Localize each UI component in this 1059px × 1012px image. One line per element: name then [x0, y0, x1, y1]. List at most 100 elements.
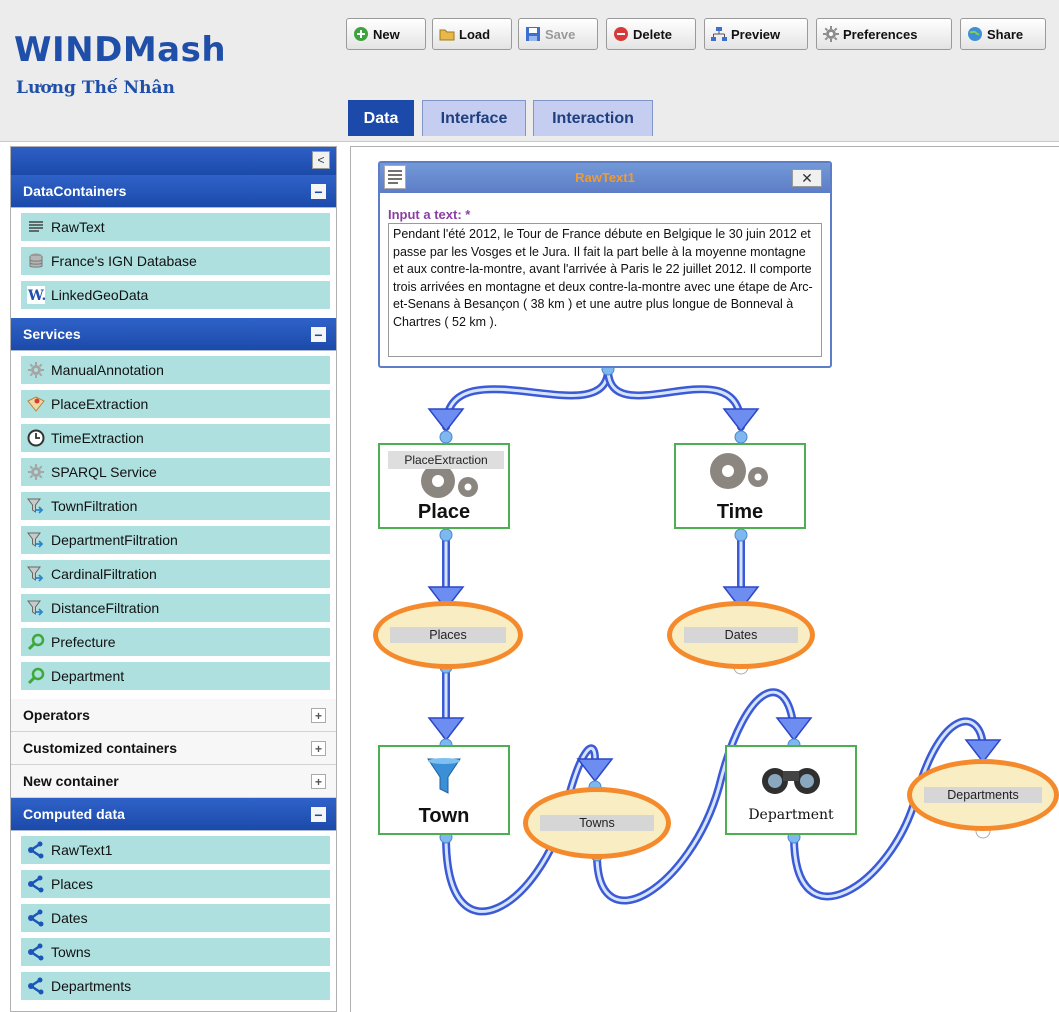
input-arrow-icon [427, 408, 465, 433]
preferences-button[interactable]: Preferences [816, 18, 952, 50]
place-label: Place [417, 501, 471, 523]
terminal-input[interactable] [439, 430, 453, 444]
section-customized-containers[interactable]: Customized containers + [11, 732, 336, 765]
towns-label: Towns [540, 815, 654, 831]
input-arrow-icon [722, 408, 760, 433]
terminal-input[interactable] [734, 430, 748, 444]
section-new-container[interactable]: New container + [11, 765, 336, 798]
floppy-disk-icon [526, 27, 540, 41]
item-label: Dates [51, 910, 88, 926]
dates-data-node[interactable]: Dates [667, 601, 815, 669]
text-lines-icon [29, 221, 43, 232]
funnel-icon [427, 758, 461, 794]
preferences-label: Preferences [843, 26, 918, 42]
sidebar-item-rawtext[interactable]: RawText [21, 213, 330, 241]
sidebar-item-distancefiltration[interactable]: DistanceFiltration [21, 594, 330, 622]
expand-toggle-icon[interactable]: + [311, 741, 326, 756]
collapse-toggle-icon[interactable]: − [311, 327, 326, 342]
service-tooltip: PlaceExtraction [388, 451, 504, 469]
database-icon [29, 253, 43, 268]
collapse-toggle-icon[interactable]: − [311, 807, 326, 822]
raw-text-input[interactable]: Pendant l'été 2012, le Tour de France dé… [388, 223, 822, 357]
item-label: LinkedGeoData [51, 287, 149, 303]
collapse-sidebar-button[interactable]: < [312, 151, 330, 169]
terminal-output[interactable] [439, 528, 453, 542]
tab-interaction[interactable]: Interaction [533, 100, 653, 136]
delete-button[interactable]: Delete [606, 18, 696, 50]
tab-data[interactable]: Data [348, 100, 414, 136]
sidebar-item-townfiltration[interactable]: TownFiltration [21, 492, 330, 520]
input-arrow-icon [775, 717, 813, 742]
item-label: DistanceFiltration [51, 600, 160, 616]
save-button[interactable]: Save [518, 18, 598, 50]
sidebar-item-places[interactable]: Places [21, 870, 330, 898]
sidebar-item-departmentfiltration[interactable]: DepartmentFiltration [21, 526, 330, 554]
funnel-icon [27, 566, 44, 582]
departments-data-node[interactable]: Departments [907, 759, 1059, 831]
preview-button[interactable]: Preview [704, 18, 808, 50]
item-label: RawText [51, 219, 105, 235]
section-operators[interactable]: Operators + [11, 699, 336, 732]
sidebar-item-timeextraction[interactable]: TimeExtraction [21, 424, 330, 452]
sidebar-item-prefecture[interactable]: Prefecture [21, 628, 330, 656]
collapse-toggle-icon[interactable]: − [311, 184, 326, 199]
sidebar-item-placeextraction[interactable]: PlaceExtraction [21, 390, 330, 418]
rawtext-module-header[interactable]: RawText1 ✕ [380, 163, 830, 193]
town-label: Town [418, 805, 470, 827]
item-label: France's IGN Database [51, 253, 197, 269]
department-service-module[interactable]: Department [725, 745, 857, 835]
sidebar-item-towns[interactable]: Towns [21, 938, 330, 966]
sidebar-item-department[interactable]: Department [21, 662, 330, 690]
delete-label: Delete [633, 26, 673, 42]
wire-rawtext-time[interactable] [604, 365, 745, 431]
new-button[interactable]: New [346, 18, 426, 50]
sidebar-item-departments[interactable]: Departments [21, 972, 330, 1000]
section-computed-data[interactable]: Computed data − [11, 798, 336, 831]
component-sidebar: < DataContainers − RawText France's IGN … [10, 146, 337, 1012]
funnel-icon [27, 600, 44, 616]
tab-interface[interactable]: Interface [422, 100, 526, 136]
funnel-icon [27, 498, 44, 514]
towns-data-node[interactable]: Towns [523, 787, 671, 859]
sidebar-item-manualannotation[interactable]: ManualAnnotation [21, 356, 330, 384]
section-title: Services [23, 326, 81, 342]
item-label: TownFiltration [51, 498, 138, 514]
town-filter-module[interactable]: Town [378, 745, 510, 835]
share-button[interactable]: Share [960, 18, 1046, 50]
sidebar-item-linkedgeodata[interactable]: W. LinkedGeoData [21, 281, 330, 309]
sidebar-item-sparql-service[interactable]: SPARQL Service [21, 458, 330, 486]
item-label: Prefecture [51, 634, 116, 650]
minus-circle-icon [614, 27, 628, 41]
wire-rawtext-place[interactable] [442, 365, 612, 431]
item-label: CardinalFiltration [51, 566, 157, 582]
load-button[interactable]: Load [432, 18, 512, 50]
gear-icon [823, 26, 839, 42]
item-label: ManualAnnotation [51, 362, 164, 378]
places-data-node[interactable]: Places [373, 601, 523, 669]
section-title: Computed data [23, 806, 125, 822]
w-logo-icon: W. [27, 286, 45, 304]
expand-toggle-icon[interactable]: + [311, 774, 326, 789]
time-service-module[interactable]: Time [674, 443, 806, 529]
place-service-module[interactable]: PlaceExtraction Place [378, 443, 510, 529]
workflow-canvas[interactable]: RawText1 ✕ Input a text: * Pendant l'été… [350, 146, 1059, 1012]
rawtext-module[interactable]: RawText1 ✕ Input a text: * Pendant l'été… [378, 161, 832, 368]
expand-toggle-icon[interactable]: + [311, 708, 326, 723]
share-icon [28, 875, 44, 893]
close-icon[interactable]: ✕ [792, 169, 822, 187]
sidebar-item-ign-database[interactable]: France's IGN Database [21, 247, 330, 275]
sidebar-item-cardinalfiltration[interactable]: CardinalFiltration [21, 560, 330, 588]
new-label: New [373, 26, 400, 42]
section-services[interactable]: Services − [11, 318, 336, 351]
plus-circle-icon [354, 27, 368, 41]
section-title: Operators [23, 707, 90, 723]
input-arrow-icon [576, 758, 614, 783]
sidebar-item-dates[interactable]: Dates [21, 904, 330, 932]
department-label: Department [748, 807, 834, 823]
module-title: RawText1 [575, 170, 635, 185]
terminal-output[interactable] [734, 528, 748, 542]
map-pin-icon [27, 396, 45, 412]
input-arrow-icon [427, 717, 465, 742]
sidebar-item-rawtext1[interactable]: RawText1 [21, 836, 330, 864]
section-datacontainers[interactable]: DataContainers − [11, 175, 336, 208]
